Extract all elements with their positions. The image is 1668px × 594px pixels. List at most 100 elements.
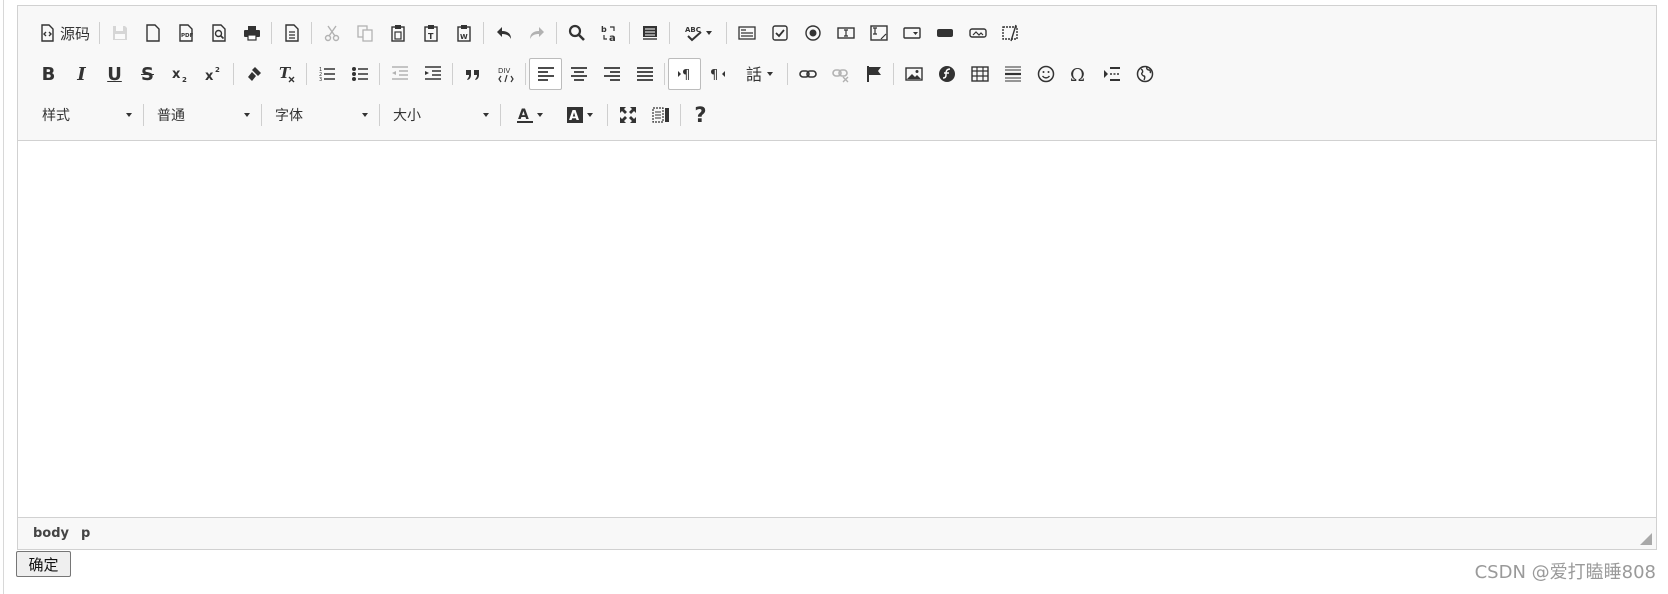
text-direction-ltr-button[interactable]: ¶ — [668, 58, 701, 90]
svg-text:T: T — [428, 32, 434, 41]
remove-format-button[interactable]: T — [270, 58, 303, 90]
anchor-button[interactable] — [857, 58, 890, 90]
font-combo-label: 字体 — [275, 108, 303, 124]
svg-text:Ω: Ω — [1070, 65, 1085, 83]
toolbar-separator — [787, 63, 788, 85]
toolbar-separator — [271, 22, 273, 44]
image-button-field-button[interactable] — [961, 17, 994, 49]
align-left-button[interactable] — [529, 58, 562, 90]
horizontal-line-button[interactable] — [996, 58, 1029, 90]
checkbox-button[interactable] — [763, 17, 796, 49]
toolbar-separator — [233, 63, 234, 85]
paste-word-button[interactable]: W — [447, 17, 480, 49]
table-button[interactable] — [963, 58, 996, 90]
preview-button[interactable] — [202, 17, 235, 49]
templates-button[interactable] — [275, 17, 308, 49]
link-button[interactable] — [791, 58, 824, 90]
undo-button[interactable] — [487, 17, 520, 49]
find-button[interactable] — [560, 17, 593, 49]
text-direction-rtl-button[interactable]: ¶ — [701, 58, 734, 90]
maximize-icon — [619, 107, 636, 123]
format-combo[interactable]: 普通 — [147, 101, 258, 129]
toolbar-separator — [261, 104, 262, 126]
svg-text:¶: ¶ — [710, 68, 718, 83]
iframe-button[interactable] — [1128, 58, 1161, 90]
path-item-p[interactable]: p — [81, 526, 90, 541]
svg-text:DIV: DIV — [498, 67, 510, 75]
confirm-button[interactable]: 确定 — [16, 551, 71, 577]
svg-text:A: A — [569, 109, 579, 124]
italic-button[interactable]: I — [65, 58, 98, 90]
print-button[interactable] — [235, 17, 268, 49]
decrease-indent-button[interactable] — [383, 58, 416, 90]
smiley-button[interactable] — [1029, 58, 1062, 90]
about-button[interactable]: ? — [684, 99, 717, 131]
radio-button[interactable] — [796, 17, 829, 49]
toolbar-row-2: B I U S x2 x2 T 123 DIV ¶ ¶ 話 Ω — [32, 58, 1161, 90]
superscript-icon: x2 — [205, 66, 220, 83]
bulleted-list-button[interactable] — [343, 58, 376, 90]
flash-button[interactable] — [930, 58, 963, 90]
special-char-button[interactable]: Ω — [1062, 58, 1095, 90]
align-right-button[interactable] — [595, 58, 628, 90]
spellcheck-button[interactable]: ABC — [673, 17, 723, 49]
save-button[interactable] — [103, 17, 136, 49]
numbered-list-button[interactable]: 123 — [310, 58, 343, 90]
form-icon — [737, 26, 756, 40]
superscript-button[interactable]: x2 — [197, 58, 230, 90]
textarea-button[interactable] — [862, 17, 895, 49]
form-button[interactable] — [730, 17, 763, 49]
paste-text-button[interactable]: T — [414, 17, 447, 49]
new-page-button[interactable] — [136, 17, 169, 49]
svg-text:話: 話 — [746, 65, 762, 83]
copy-icon — [356, 25, 373, 42]
svg-text:b: b — [601, 25, 607, 34]
svg-text:T: T — [279, 65, 292, 82]
copy-format-button[interactable] — [237, 58, 270, 90]
blockquote-button[interactable] — [456, 58, 489, 90]
resize-handle-icon[interactable] — [1640, 533, 1652, 545]
select-field-button[interactable] — [895, 17, 928, 49]
language-button[interactable]: 話 — [734, 58, 784, 90]
underline-button[interactable]: U — [98, 58, 131, 90]
select-all-button[interactable] — [633, 17, 666, 49]
chevron-down-icon — [244, 113, 250, 117]
globe-icon — [1136, 65, 1153, 83]
toolbar-separator — [726, 22, 728, 44]
page-break-button[interactable] — [1095, 58, 1128, 90]
export-pdf-button[interactable]: PDF — [169, 17, 202, 49]
cut-button[interactable] — [315, 17, 348, 49]
chevron-down-icon — [362, 113, 368, 117]
background-color-button[interactable]: A — [554, 99, 604, 131]
strikethrough-button[interactable]: S — [131, 58, 164, 90]
image-button[interactable] — [897, 58, 930, 90]
select-field-icon — [902, 27, 921, 39]
hidden-field-button[interactable] — [994, 17, 1027, 49]
redo-button[interactable] — [520, 17, 553, 49]
replace-button[interactable]: ba — [593, 17, 626, 49]
show-blocks-button[interactable] — [644, 99, 677, 131]
subscript-button[interactable]: x2 — [164, 58, 197, 90]
align-center-button[interactable] — [562, 58, 595, 90]
editor-content-area[interactable] — [18, 141, 1656, 520]
text-field-button[interactable] — [829, 17, 862, 49]
preview-icon — [211, 24, 226, 42]
button-field-button[interactable] — [928, 17, 961, 49]
unlink-button[interactable] — [824, 58, 857, 90]
bulleted-list-icon — [351, 67, 368, 81]
font-size-combo[interactable]: 大小 — [383, 101, 497, 129]
styles-combo[interactable]: 样式 — [32, 101, 140, 129]
create-div-button[interactable]: DIV — [489, 58, 522, 90]
font-combo[interactable]: 字体 — [265, 101, 376, 129]
increase-indent-button[interactable] — [416, 58, 449, 90]
maximize-button[interactable] — [611, 99, 644, 131]
chevron-down-icon — [536, 113, 543, 117]
source-button[interactable]: 源码 — [32, 17, 96, 49]
paste-button[interactable] — [381, 17, 414, 49]
path-item-body[interactable]: body — [33, 526, 69, 541]
bold-button[interactable]: B — [32, 58, 65, 90]
link-icon — [798, 70, 817, 78]
justify-button[interactable] — [628, 58, 661, 90]
copy-button[interactable] — [348, 17, 381, 49]
text-color-button[interactable]: A — [504, 99, 554, 131]
